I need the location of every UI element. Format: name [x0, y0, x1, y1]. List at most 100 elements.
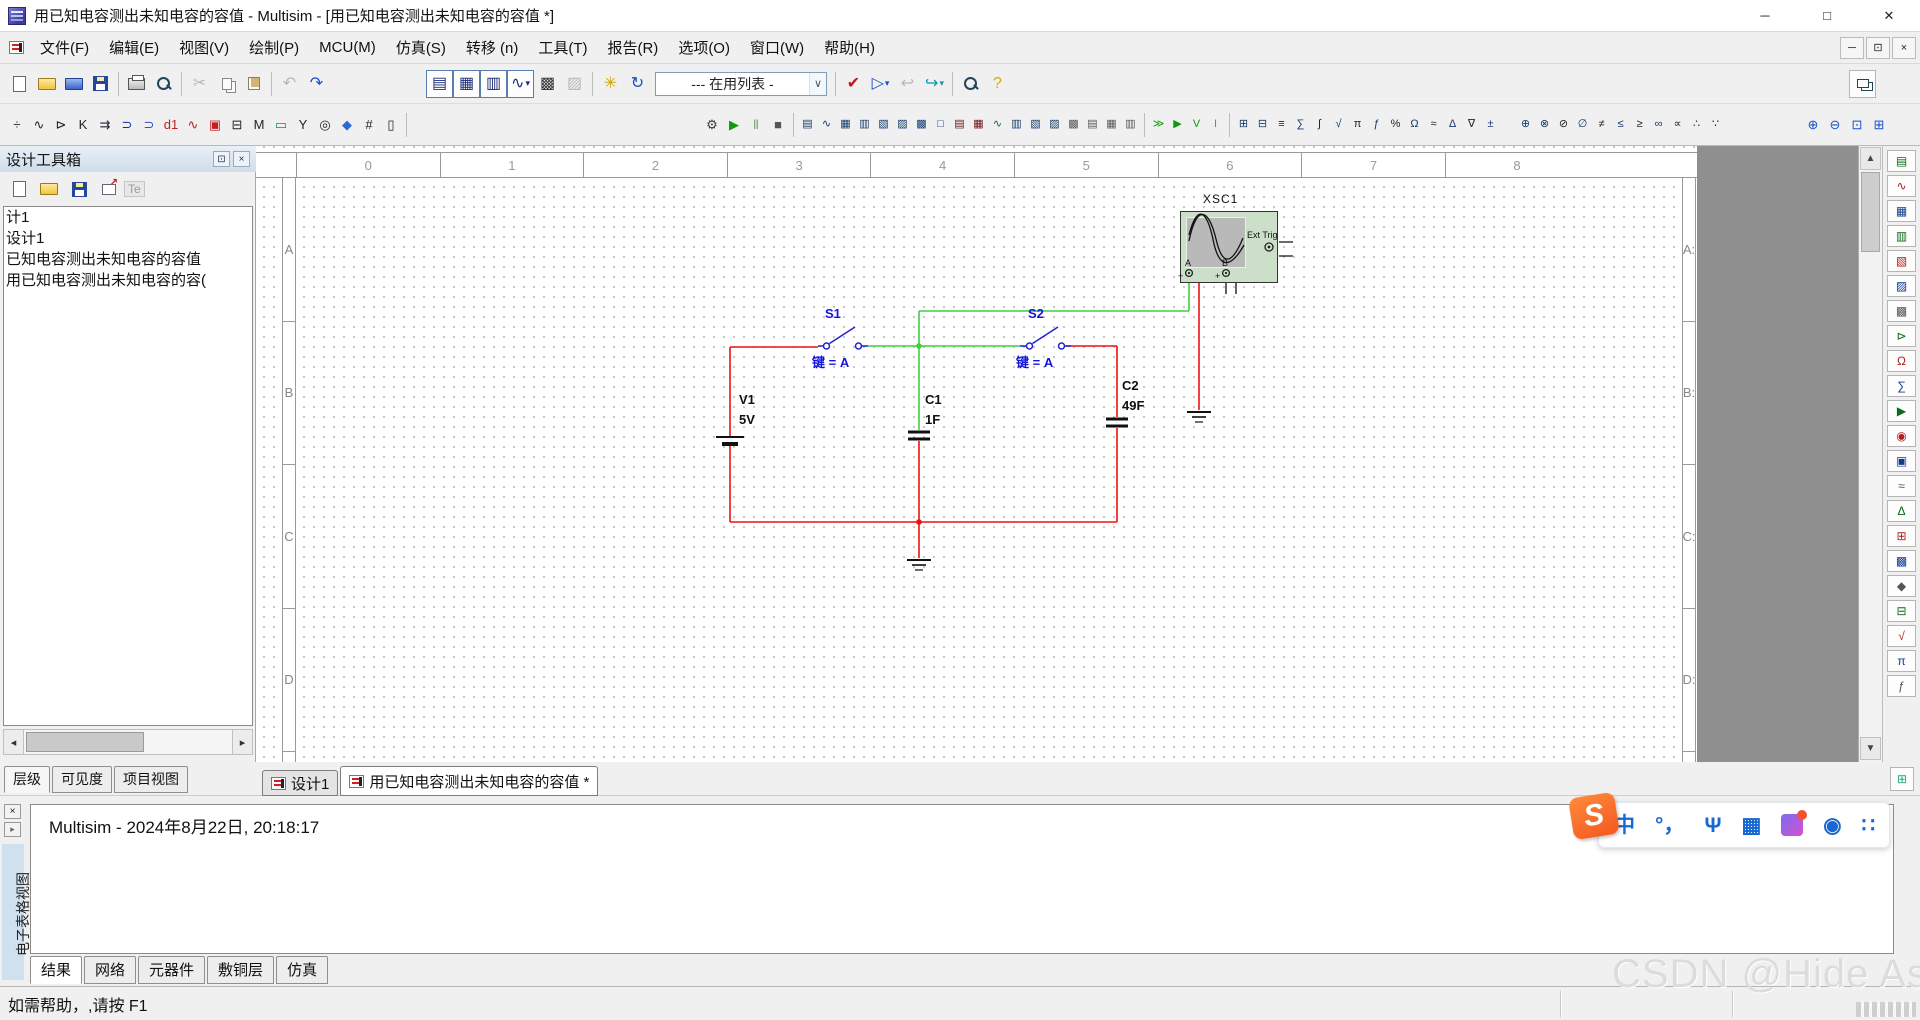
rename-button[interactable]: Te: [124, 181, 145, 197]
switch2-refdes[interactable]: S2: [1028, 306, 1044, 321]
analysis-icon-13[interactable]: ∇: [1462, 113, 1481, 137]
help-button[interactable]: ?: [984, 70, 1011, 98]
dock-word-generator-icon[interactable]: ⊳: [1887, 325, 1916, 347]
place-transistor-button[interactable]: K: [72, 112, 94, 138]
dock-grapher-icon[interactable]: √: [1887, 625, 1916, 647]
design-tree[interactable]: 计1 设计1 已知电容测出未知电容的容值 用已知电容测出未知电容的容(: [3, 206, 253, 726]
misc-icon-7[interactable]: ≥: [1630, 113, 1649, 137]
frequency-counter-button[interactable]: ▩: [912, 113, 931, 137]
spreadsheet-tab[interactable]: 仿真: [276, 956, 329, 984]
place-diode-button[interactable]: ⊳: [50, 112, 72, 138]
ime-toolbox-icon[interactable]: ∷: [1862, 815, 1875, 836]
dock-four-channel-scope-icon[interactable]: ▧: [1887, 250, 1916, 272]
close-document-button[interactable]: ×: [1892, 36, 1916, 59]
dock-probe-icon[interactable]: ⊟: [1887, 600, 1916, 622]
dock-postprocessor-icon[interactable]: π: [1887, 650, 1916, 672]
cap2-refdes[interactable]: C2: [1122, 378, 1139, 393]
switch2-key-label[interactable]: 键 = A: [1016, 352, 1053, 371]
menu-item[interactable]: 视图(V): [169, 33, 239, 62]
menu-item[interactable]: 报告(R): [597, 33, 668, 62]
misc-icon-3[interactable]: ⊘: [1554, 113, 1573, 137]
spectrum-analyzer-button[interactable]: ▧: [1026, 113, 1045, 137]
menu-item[interactable]: 仿真(S): [386, 33, 456, 62]
dock-multimeter-icon[interactable]: ▤: [1887, 150, 1916, 172]
breadboard-view-button[interactable]: ✳: [597, 70, 624, 98]
dock-spectrum-analyzer-icon[interactable]: ▣: [1887, 450, 1916, 472]
spreadsheet-tab[interactable]: 网络: [84, 956, 137, 984]
restore-layout-button[interactable]: [1849, 69, 1876, 98]
pause-simulation-button[interactable]: Ⅱ: [745, 112, 767, 138]
dock-agilent-fgen-icon[interactable]: Δ: [1887, 500, 1916, 522]
analysis-icon-12[interactable]: Δ: [1443, 113, 1462, 137]
bode-plotter-button[interactable]: ▨: [893, 113, 912, 137]
cap1-refdes[interactable]: C1: [925, 392, 942, 407]
iv-analyzer-button[interactable]: ∿: [988, 113, 1007, 137]
close-schematic-button[interactable]: [94, 176, 124, 202]
misc-icon-10[interactable]: ∴: [1687, 113, 1706, 137]
tree-horizontal-scrollbar[interactable]: ◂ ▸: [3, 729, 253, 755]
open-schematic-button[interactable]: [34, 176, 64, 202]
menu-item[interactable]: MCU(M): [309, 35, 386, 60]
copy-button[interactable]: [213, 70, 240, 98]
analysis-icon-7[interactable]: π: [1348, 113, 1367, 137]
zoom-area-button[interactable]: ⊡: [1846, 112, 1868, 138]
save-schematic-button[interactable]: [64, 176, 94, 202]
close-panel-button[interactable]: ×: [233, 151, 250, 167]
spreadsheet-tab[interactable]: 元器件: [138, 956, 206, 984]
analysis-icon-5[interactable]: ∫: [1310, 113, 1329, 137]
place-ttl-button[interactable]: ⊃: [116, 112, 138, 138]
misc-icon-6[interactable]: ≤: [1611, 113, 1630, 137]
logic-analyzer-button[interactable]: ▦: [969, 113, 988, 137]
analysis-icon-11[interactable]: ≈: [1424, 113, 1443, 137]
document-tab[interactable]: 设计1: [262, 770, 339, 796]
print-button[interactable]: [123, 70, 150, 98]
redo-button[interactable]: ↷: [303, 70, 330, 98]
place-misc-digital-button[interactable]: d1: [160, 112, 182, 138]
schematic-canvas[interactable]: 012345678 ABCD A: B: C: D: S1 键 = A S2 键…: [256, 146, 1858, 762]
place-indicator-button[interactable]: ▣: [204, 112, 226, 138]
menu-item[interactable]: 工具(T): [528, 33, 597, 62]
menu-item[interactable]: 选项(O): [668, 33, 740, 62]
minimize-document-button[interactable]: ─: [1840, 36, 1864, 59]
place-connector-button[interactable]: #: [358, 112, 380, 138]
place-ni-component-button[interactable]: ◆: [336, 112, 358, 138]
spreadsheet-tab[interactable]: 结果: [30, 956, 83, 984]
analysis-icon-14[interactable]: ±: [1481, 113, 1500, 137]
toggle-design-toolbox-button[interactable]: ▤: [426, 69, 453, 98]
scroll-left-button[interactable]: ◂: [4, 730, 24, 754]
design-tree-item[interactable]: 用已知电容测出未知电容的容(: [4, 270, 252, 291]
logic-converter-button[interactable]: ▤: [950, 113, 969, 137]
export-to-ultiboard-button[interactable]: ▷ ▾: [867, 70, 894, 98]
float-panel-button[interactable]: ⊡: [213, 151, 230, 167]
oscilloscope-refdes[interactable]: XSC1: [1203, 192, 1238, 206]
analysis-icon-3[interactable]: ≡: [1272, 113, 1291, 137]
find-example-button[interactable]: [957, 70, 984, 98]
analysis-icon-8[interactable]: ƒ: [1367, 113, 1386, 137]
source-refdes[interactable]: V1: [739, 392, 755, 407]
maximize-button[interactable]: □: [1796, 0, 1858, 32]
dock-logic-analyzer-icon[interactable]: ∑: [1887, 375, 1916, 397]
chevron-down-icon[interactable]: ∨: [809, 72, 826, 95]
switch1-refdes[interactable]: S1: [825, 306, 841, 321]
place-advanced-peripherals-button[interactable]: ▭: [270, 112, 292, 138]
zoom-out-button[interactable]: ⊖: [1824, 112, 1846, 138]
place-rf-button[interactable]: Y: [292, 112, 314, 138]
backannotate-button[interactable]: ↩: [894, 70, 921, 98]
dock-tektronix-scope-icon[interactable]: ◆: [1887, 575, 1916, 597]
misc-icon-11[interactable]: ∵: [1706, 113, 1725, 137]
place-power-button[interactable]: ⊟: [226, 112, 248, 138]
new-schematic-button[interactable]: [4, 176, 34, 202]
four-channel-oscilloscope-button[interactable]: ▧: [874, 113, 893, 137]
scroll-up-button[interactable]: ▲: [1860, 147, 1881, 170]
dock-network-analyzer-icon[interactable]: ≈: [1887, 475, 1916, 497]
dock-agilent-multimeter-icon[interactable]: ⊞: [1887, 525, 1916, 547]
misc-icon-9[interactable]: ∝: [1668, 113, 1687, 137]
menu-item[interactable]: 转移 (n): [456, 33, 529, 62]
erc-check-button[interactable]: ✔: [840, 70, 867, 98]
toolbox-tab[interactable]: 可见度: [52, 766, 112, 793]
measurement-probe-button[interactable]: ≫: [1149, 113, 1168, 137]
place-analog-button[interactable]: ⇉: [94, 112, 116, 138]
scroll-right-button[interactable]: ▸: [232, 730, 252, 754]
agilent-multimeter-button[interactable]: ▤: [1083, 113, 1102, 137]
design-tree-item[interactable]: 已知电容测出未知电容的容值: [4, 249, 252, 270]
